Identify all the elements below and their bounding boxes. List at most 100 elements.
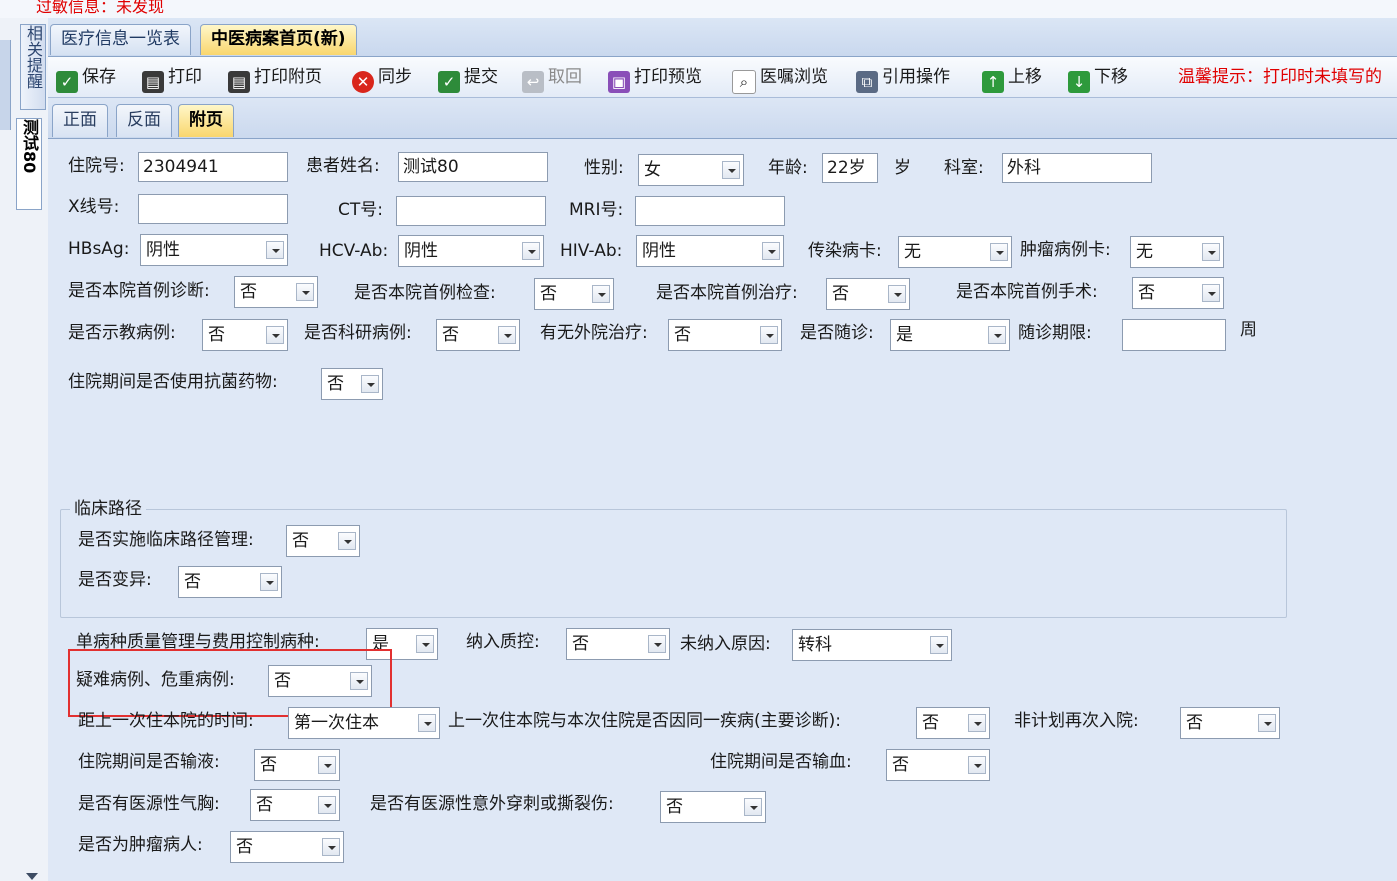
tab-back[interactable]: 反面 bbox=[116, 104, 172, 137]
last-admission-select[interactable]: 第一次住本 bbox=[288, 707, 440, 739]
retrieve-button[interactable]: ↩ 取回 bbox=[522, 63, 582, 93]
tumor-patient-select[interactable]: 否 bbox=[230, 831, 344, 863]
chevron-down-icon[interactable] bbox=[888, 285, 906, 303]
move-up-button[interactable]: ↑ 上移 bbox=[982, 63, 1042, 93]
same-disease-label: 上一次住本院与本次住院是否因同一疾病(主要诊断): bbox=[448, 711, 841, 731]
chevron-down-icon[interactable] bbox=[1202, 243, 1220, 261]
chevron-down-icon[interactable] bbox=[762, 242, 780, 260]
chevron-down-icon[interactable] bbox=[260, 573, 278, 591]
outside-treat-select[interactable]: 否 bbox=[668, 319, 782, 351]
first-surgery-select[interactable]: 否 bbox=[1132, 277, 1224, 309]
submit-button[interactable]: ✓ 提交 bbox=[438, 63, 498, 93]
pneumothorax-select[interactable]: 否 bbox=[250, 789, 340, 821]
chevron-down-icon[interactable] bbox=[266, 326, 284, 344]
antibiotics-select[interactable]: 否 bbox=[321, 368, 383, 400]
save-label: 保存 bbox=[82, 67, 116, 87]
chevron-down-icon[interactable] bbox=[592, 285, 610, 303]
tab-tcm-record-home[interactable]: 中医病案首页(新) bbox=[200, 24, 357, 55]
vtab-patient[interactable]: 测试80 bbox=[16, 118, 42, 210]
chevron-down-icon[interactable] bbox=[744, 798, 762, 816]
scroll-down-icon[interactable] bbox=[26, 873, 38, 880]
clinical-path-implemented-select[interactable]: 否 bbox=[286, 525, 360, 557]
print-preview-label: 打印预览 bbox=[634, 67, 702, 87]
left-edge-tab[interactable] bbox=[0, 40, 11, 130]
tab-medical-info-list[interactable]: 医疗信息一览表 bbox=[50, 24, 191, 55]
same-disease-select[interactable]: 否 bbox=[916, 707, 990, 739]
arrow-up-icon: ↑ bbox=[982, 71, 1004, 93]
patient-name-input[interactable]: 测试80 bbox=[398, 152, 548, 182]
chevron-down-icon[interactable] bbox=[968, 756, 986, 774]
main-panel: 医疗信息一览表 中医病案首页(新) ✓ 保存 ▤ 打印 ▤ 打印附页 ✕ 同步 ✓ 提交 … bbox=[48, 18, 1397, 881]
chevron-down-icon[interactable] bbox=[266, 241, 284, 259]
chevron-down-icon[interactable] bbox=[416, 635, 434, 653]
unplanned-readmit-select[interactable]: 否 bbox=[1180, 707, 1280, 739]
print-attachment-button[interactable]: ▤ 打印附页 bbox=[228, 63, 322, 93]
first-treat-select[interactable]: 否 bbox=[826, 278, 910, 310]
chevron-down-icon[interactable] bbox=[522, 242, 540, 260]
sync-button[interactable]: ✕ 同步 bbox=[352, 63, 412, 93]
gender-select[interactable]: 女 bbox=[638, 154, 744, 186]
print-button[interactable]: ▤ 打印 bbox=[142, 63, 202, 93]
chevron-down-icon[interactable] bbox=[990, 243, 1008, 261]
tab-attachment-label: 附页 bbox=[189, 110, 223, 130]
quality-control-select[interactable]: 否 bbox=[566, 628, 670, 660]
chevron-down-icon[interactable] bbox=[350, 672, 368, 690]
ct-no-input[interactable] bbox=[396, 196, 546, 226]
tumor-card-select[interactable]: 无 bbox=[1130, 236, 1224, 268]
first-diag-select[interactable]: 否 bbox=[234, 276, 318, 308]
chevron-down-icon[interactable] bbox=[760, 326, 778, 344]
quote-icon: ⧉ bbox=[856, 71, 878, 93]
mri-no-input[interactable] bbox=[635, 196, 785, 226]
move-down-button[interactable]: ↓ 下移 bbox=[1068, 63, 1128, 93]
tab-front[interactable]: 正面 bbox=[52, 104, 108, 137]
chevron-down-icon[interactable] bbox=[361, 375, 379, 393]
order-browse-button[interactable]: ⌕ 医嘱浏览 bbox=[732, 63, 828, 94]
chevron-down-icon[interactable] bbox=[968, 714, 986, 732]
follow-up-select[interactable]: 是 bbox=[890, 319, 1010, 351]
admission-no-input[interactable]: 2304941 bbox=[138, 152, 288, 182]
follow-period-input[interactable] bbox=[1122, 319, 1226, 351]
hcv-ab-select[interactable]: 阴性 bbox=[398, 235, 544, 267]
hbsag-select[interactable]: 阴性 bbox=[140, 234, 288, 266]
chevron-down-icon[interactable] bbox=[722, 161, 740, 179]
xray-no-input[interactable] bbox=[138, 194, 288, 224]
infect-card-select[interactable]: 无 bbox=[898, 236, 1012, 268]
sync-icon: ✕ bbox=[352, 71, 374, 93]
chevron-down-icon[interactable] bbox=[338, 532, 356, 550]
tab-attachment[interactable]: 附页 bbox=[178, 104, 234, 137]
chevron-down-icon[interactable] bbox=[322, 838, 340, 856]
first-exam-select[interactable]: 否 bbox=[534, 278, 614, 310]
transfusion-value: 否 bbox=[892, 755, 909, 775]
chevron-down-icon[interactable] bbox=[318, 756, 336, 774]
infusion-select[interactable]: 否 bbox=[254, 749, 340, 781]
patient-name-label: 患者姓名: bbox=[306, 156, 380, 176]
transfusion-select[interactable]: 否 bbox=[886, 749, 990, 781]
chevron-down-icon[interactable] bbox=[1202, 284, 1220, 302]
quote-operation-button[interactable]: ⧉ 引用操作 bbox=[856, 63, 950, 93]
pneumothorax-value: 否 bbox=[256, 795, 273, 815]
chevron-down-icon[interactable] bbox=[930, 636, 948, 654]
department-input[interactable]: 外科 bbox=[1002, 153, 1152, 183]
clinical-path-variation-select[interactable]: 否 bbox=[178, 566, 282, 598]
vtab-related-reminder[interactable]: 相关提醒 bbox=[20, 24, 46, 110]
chevron-down-icon[interactable] bbox=[296, 283, 314, 301]
department-label: 科室: bbox=[944, 158, 984, 178]
print-preview-icon: ▣ bbox=[608, 71, 630, 93]
teaching-case-select[interactable]: 否 bbox=[202, 319, 288, 351]
not-included-reason-select[interactable]: 转科 bbox=[792, 629, 952, 661]
age-input[interactable]: 22岁 bbox=[822, 153, 878, 183]
hiv-ab-select[interactable]: 阴性 bbox=[636, 235, 784, 267]
puncture-select[interactable]: 否 bbox=[660, 791, 766, 823]
chevron-down-icon[interactable] bbox=[318, 796, 336, 814]
print-preview-button[interactable]: ▣ 打印预览 bbox=[608, 63, 702, 93]
hcv-ab-value: 阴性 bbox=[404, 241, 438, 261]
age-unit: 岁 bbox=[894, 158, 911, 178]
chevron-down-icon[interactable] bbox=[1258, 714, 1276, 732]
chevron-down-icon[interactable] bbox=[418, 714, 436, 732]
difficult-case-select[interactable]: 否 bbox=[268, 665, 372, 697]
chevron-down-icon[interactable] bbox=[648, 635, 666, 653]
chevron-down-icon[interactable] bbox=[988, 326, 1006, 344]
research-case-select[interactable]: 否 bbox=[436, 319, 520, 351]
save-button[interactable]: ✓ 保存 bbox=[56, 63, 116, 93]
chevron-down-icon[interactable] bbox=[498, 326, 516, 344]
